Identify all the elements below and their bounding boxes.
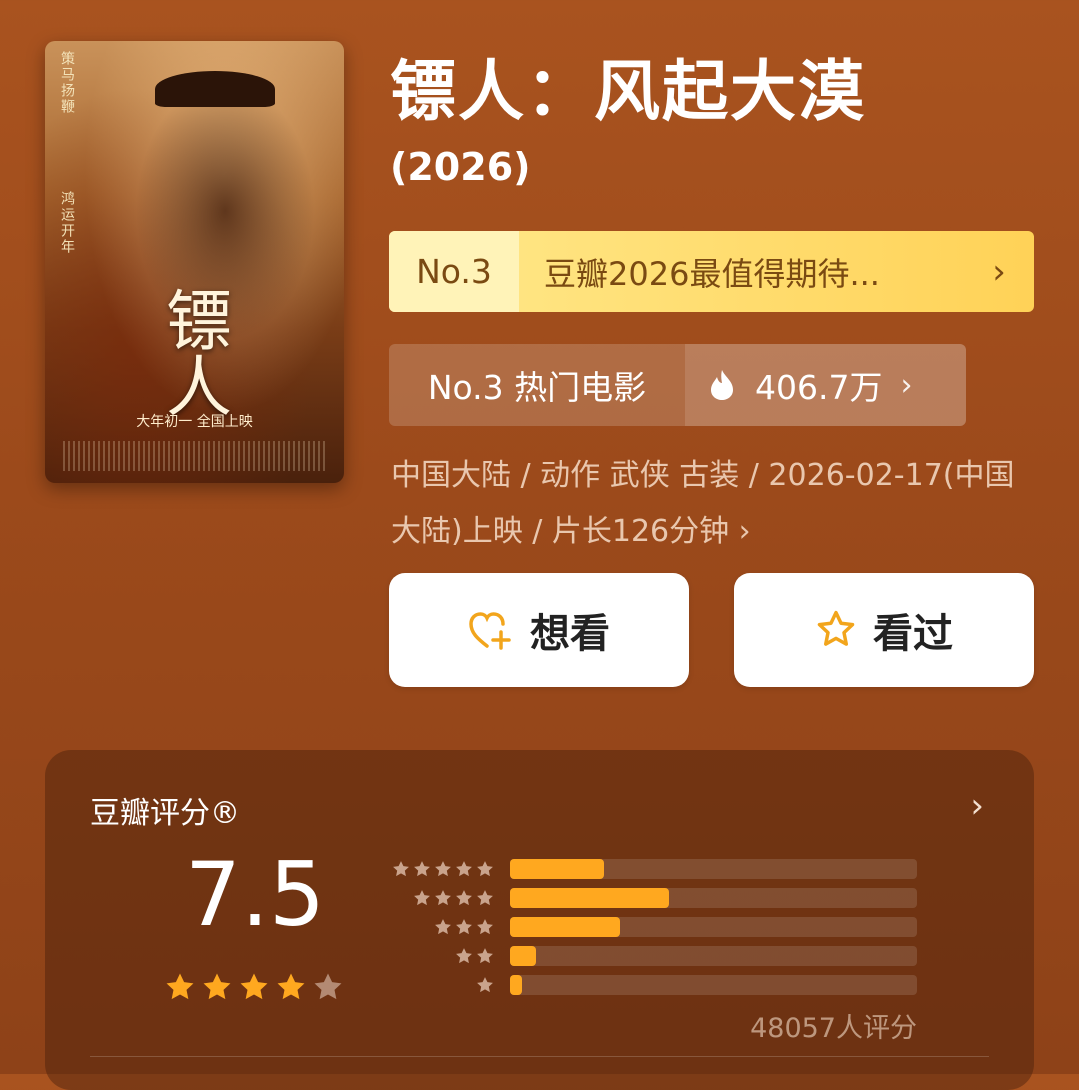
chevron-right-icon: › bbox=[900, 367, 913, 403]
star-small-icon bbox=[477, 889, 493, 905]
star-small-icon bbox=[477, 860, 493, 876]
poster-credits bbox=[63, 441, 326, 471]
star-empty-icon bbox=[314, 973, 342, 1000]
rating-distribution-row bbox=[377, 883, 917, 912]
movie-title: 镖人：风起大漠 bbox=[390, 53, 866, 130]
star-small-icon bbox=[456, 947, 472, 963]
rating-row-stars bbox=[377, 917, 495, 937]
rating-count: 48057人评分 bbox=[750, 1013, 917, 1044]
star-filled-icon bbox=[240, 973, 268, 1000]
star-outline-icon bbox=[815, 610, 857, 650]
rating-bar-track bbox=[510, 916, 917, 937]
watched-button[interactable]: 看过 bbox=[734, 573, 1034, 687]
star-small-icon bbox=[414, 860, 430, 876]
star-small-icon bbox=[435, 860, 451, 876]
star-filled-icon bbox=[166, 973, 194, 1000]
rating-row-stars bbox=[377, 888, 495, 908]
poster-slogan-right: 鸿运开年 bbox=[59, 191, 75, 255]
poster-title: 镖人 bbox=[155, 286, 232, 418]
watched-label: 看过 bbox=[873, 611, 953, 657]
chevron-right-icon[interactable]: › bbox=[970, 786, 984, 826]
star-small-icon bbox=[414, 889, 430, 905]
poster-release-text: 大年初一 全国上映 bbox=[136, 414, 253, 430]
star-filled-icon bbox=[277, 973, 305, 1000]
ranking-number: No.3 bbox=[389, 231, 519, 312]
star-small-icon bbox=[477, 918, 493, 934]
flame-icon bbox=[709, 369, 735, 401]
want-to-watch-button[interactable]: 想看 bbox=[389, 573, 689, 687]
rating-bar-track bbox=[510, 974, 917, 995]
heart-plus-icon bbox=[468, 610, 514, 650]
rating-distribution-row bbox=[377, 854, 917, 883]
rating-bar-fill bbox=[510, 974, 523, 995]
rating-card[interactable]: 豆瓣评分® › 7.5 48057人评分 bbox=[45, 750, 1034, 1090]
divider bbox=[90, 1056, 989, 1057]
chevron-right-icon: › bbox=[992, 251, 1006, 292]
rating-bar-fill bbox=[510, 916, 620, 937]
hot-count: 406.7万 bbox=[755, 368, 883, 407]
rating-distribution-row bbox=[377, 970, 917, 999]
movie-poster[interactable]: 策马扬鞭 鸿运开年 镖人 大年初一 全国上映 bbox=[45, 41, 344, 483]
star-small-icon bbox=[456, 889, 472, 905]
star-small-icon bbox=[477, 947, 493, 963]
want-label: 想看 bbox=[530, 611, 610, 657]
rating-distribution bbox=[377, 854, 917, 999]
movie-year: (2026) bbox=[390, 145, 531, 189]
rating-score: 7.5 bbox=[185, 843, 325, 946]
ranking-banner[interactable]: No.3 豆瓣2026最值得期待... › bbox=[389, 231, 1034, 312]
rating-label: 豆瓣评分® bbox=[90, 796, 240, 831]
star-small-icon bbox=[456, 918, 472, 934]
rating-row-stars bbox=[377, 946, 495, 966]
rating-bar-fill bbox=[510, 887, 669, 908]
rating-row-stars bbox=[377, 859, 495, 879]
rating-bar-track bbox=[510, 945, 917, 966]
hot-rank-label: No.3 热门电影 bbox=[389, 344, 685, 426]
star-small-icon bbox=[435, 918, 451, 934]
star-small-icon bbox=[393, 860, 409, 876]
rating-distribution-row bbox=[377, 941, 917, 970]
star-small-icon bbox=[456, 860, 472, 876]
poster-hat-figure bbox=[155, 71, 275, 107]
rating-distribution-row bbox=[377, 912, 917, 941]
rating-bar-fill bbox=[510, 858, 604, 879]
rating-bar-track bbox=[510, 858, 917, 879]
poster-slogan-left: 策马扬鞭 bbox=[59, 51, 75, 115]
star-small-icon bbox=[435, 889, 451, 905]
movie-meta-info[interactable]: 中国大陆 / 动作 武侠 古装 / 2026-02-17(中国大陆)上映 / 片… bbox=[391, 448, 1031, 560]
rating-row-stars bbox=[377, 975, 495, 995]
rating-bar-fill bbox=[510, 945, 537, 966]
hot-count-block: 406.7万 › bbox=[685, 344, 966, 426]
star-small-icon bbox=[477, 976, 493, 992]
rating-bar-track bbox=[510, 887, 917, 908]
star-filled-icon bbox=[203, 973, 231, 1000]
ranking-text: 豆瓣2026最值得期待... bbox=[544, 254, 880, 293]
rating-stars bbox=[163, 970, 345, 1004]
hot-movie-banner[interactable]: No.3 热门电影 406.7万 › bbox=[389, 344, 966, 426]
